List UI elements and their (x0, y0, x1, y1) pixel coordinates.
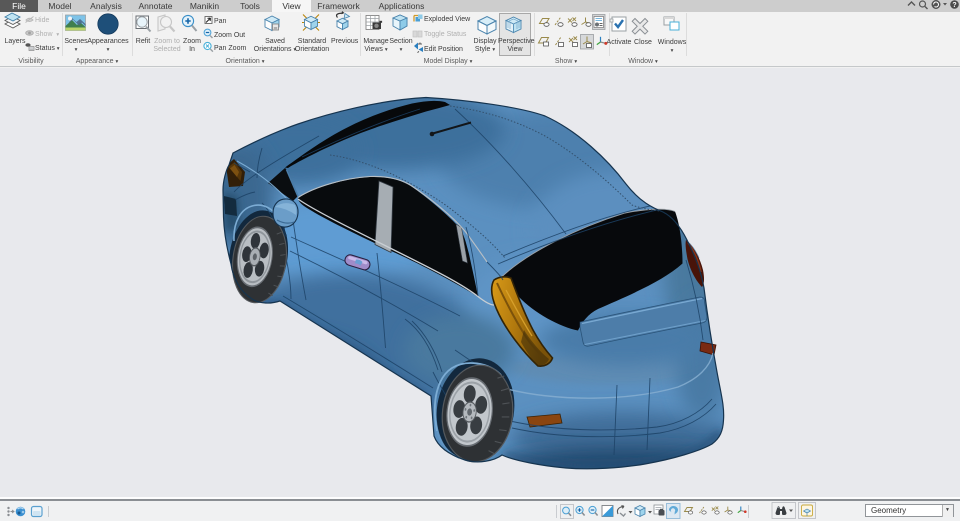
svg-text:?: ? (952, 2, 956, 9)
